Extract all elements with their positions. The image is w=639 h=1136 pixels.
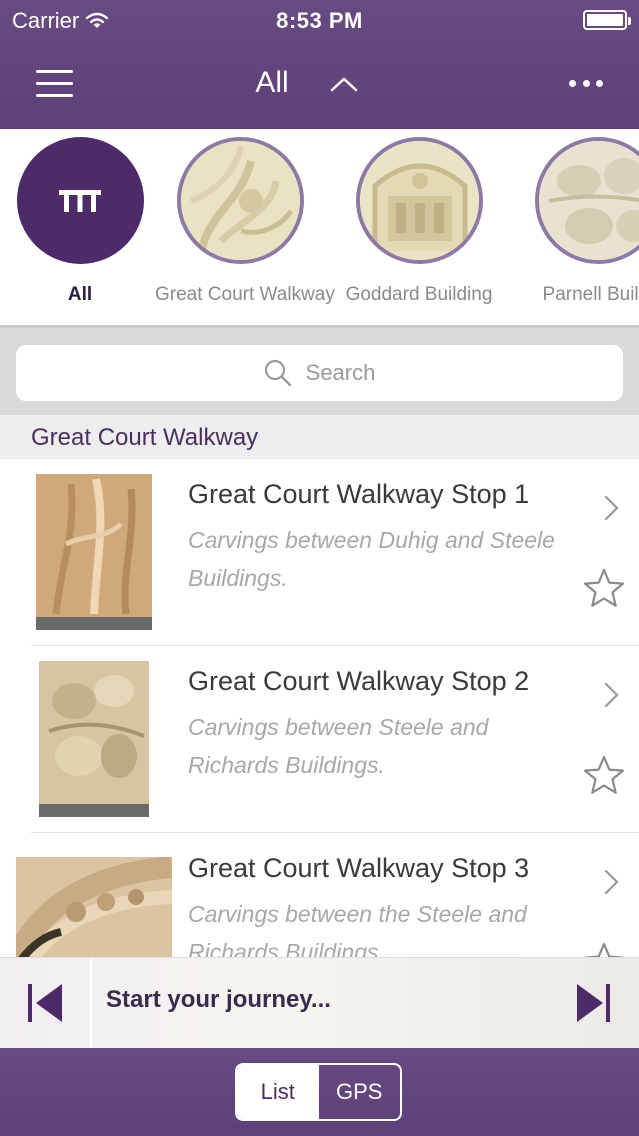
skip-previous-icon[interactable] <box>22 980 68 1026</box>
skip-next-icon[interactable] <box>575 980 615 1026</box>
category-label: Goddard Building <box>345 284 493 305</box>
stop-title: Great Court Walkway Stop 1 <box>188 479 530 509</box>
chevron-right-icon <box>604 682 619 708</box>
category-great-court-walkway[interactable]: Great Court Walkway <box>155 137 335 306</box>
building-columns-icon <box>59 189 101 212</box>
category-image <box>534 137 639 264</box>
header: Carrier 8:53 PM All <box>0 0 639 129</box>
clock: 8:53 PM <box>276 8 363 33</box>
search-placeholder: Search <box>305 360 376 385</box>
all-category-circle <box>16 137 144 264</box>
player-bar: Start your journey... <box>0 957 639 1049</box>
stop-description: Carvings between the Steele and Richards… <box>188 901 527 957</box>
search-bar-container: Search <box>0 325 639 415</box>
list-view-button[interactable]: List <box>237 1065 319 1119</box>
nav-title-dropdown[interactable]: All <box>250 66 390 100</box>
chevron-up-icon[interactable] <box>329 70 359 100</box>
stop-thumbnail <box>39 661 149 817</box>
bottom-bar: List GPS <box>0 1048 639 1136</box>
list-item[interactable]: Great Court Walkway Stop 1 Carvings betw… <box>0 459 639 646</box>
player-status-text: Start your journey... <box>106 986 331 1013</box>
battery-icon <box>583 10 631 30</box>
more-options-icon[interactable] <box>569 80 603 88</box>
chevron-right-icon <box>604 869 619 895</box>
status-bar: Carrier 8:53 PM <box>0 0 639 40</box>
category-image <box>355 137 483 264</box>
category-parnell-building[interactable]: Parnell Buildi <box>513 137 639 306</box>
search-input[interactable]: Search <box>16 345 623 401</box>
stop-thumbnail <box>36 474 152 630</box>
player-separator <box>90 958 92 1049</box>
nav-bar: All <box>0 40 639 129</box>
section-header: Great Court Walkway <box>0 415 639 459</box>
stop-description: Carvings between Duhig and Steele Buildi… <box>188 527 555 591</box>
view-toggle: List GPS <box>235 1063 402 1121</box>
nav-title: All <box>255 66 289 99</box>
stop-title: Great Court Walkway Stop 2 <box>188 666 530 696</box>
search-icon <box>264 359 291 387</box>
category-label: Parnell Buildi <box>542 284 639 305</box>
category-all[interactable]: All <box>0 137 165 306</box>
menu-icon[interactable] <box>36 70 73 98</box>
category-goddard-building[interactable]: Goddard Building <box>334 137 504 306</box>
favorite-star-icon[interactable] <box>583 754 625 796</box>
stop-thumbnail <box>16 857 172 957</box>
chevron-right-icon <box>604 495 619 521</box>
list-item[interactable]: Great Court Walkway Stop 3 Carvings betw… <box>0 833 639 957</box>
stop-description: Carvings between Steele and Richards Bui… <box>188 714 489 778</box>
gps-view-button[interactable]: GPS <box>319 1065 401 1119</box>
favorite-star-icon[interactable] <box>583 941 625 957</box>
stop-title: Great Court Walkway Stop 3 <box>188 853 530 883</box>
category-label: Great Court Walkway <box>155 284 335 305</box>
stop-list: Great Court Walkway Stop 1 Carvings betw… <box>0 459 639 957</box>
category-carousel: All Great Court Walkway Goddard Building… <box>0 129 639 325</box>
favorite-star-icon[interactable] <box>583 567 625 609</box>
category-image <box>176 137 304 264</box>
list-item[interactable]: Great Court Walkway Stop 2 Carvings betw… <box>0 646 639 833</box>
category-label: All <box>67 284 93 305</box>
